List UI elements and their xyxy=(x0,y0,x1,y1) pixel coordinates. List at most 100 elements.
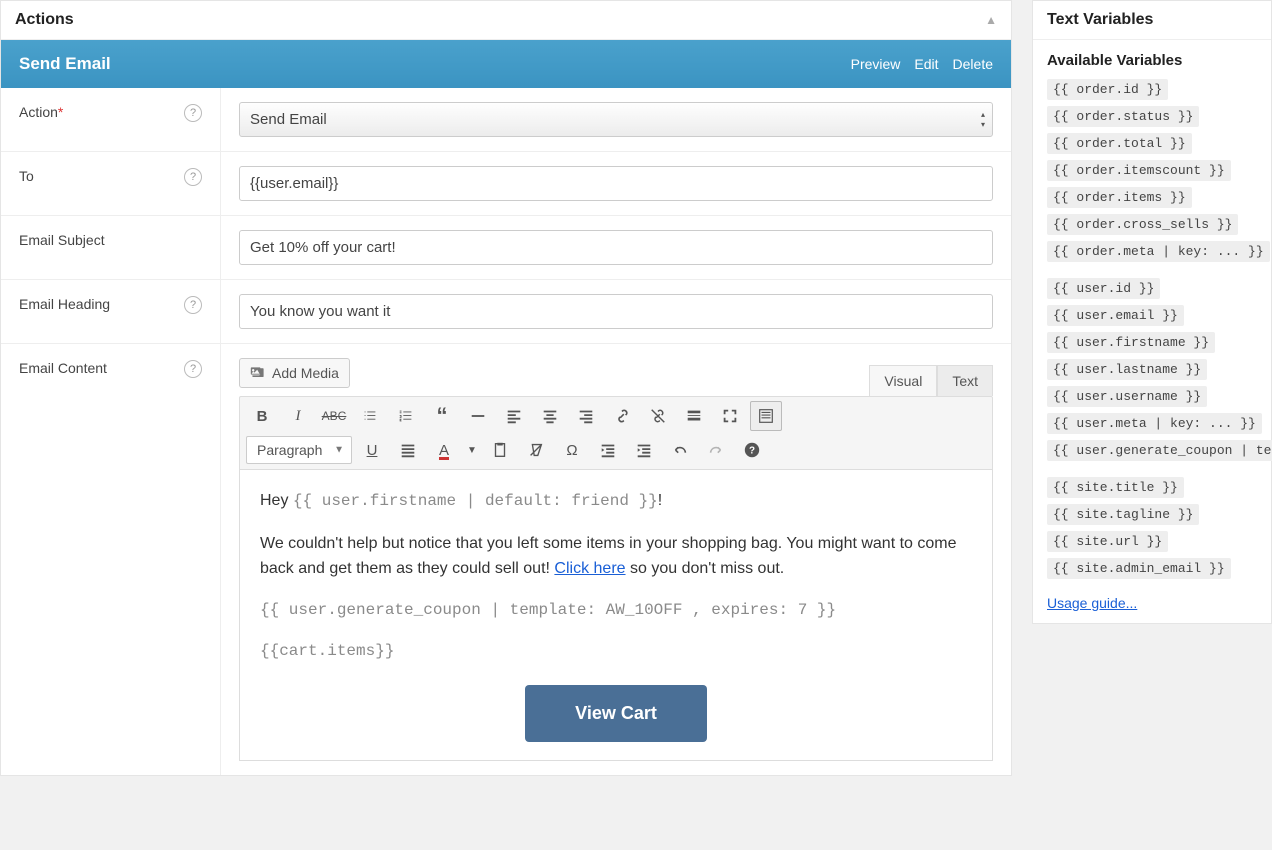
media-icon xyxy=(250,365,266,381)
action-header-title: Send Email xyxy=(19,54,111,74)
tab-text[interactable]: Text xyxy=(937,365,993,396)
text-color-dropdown-icon[interactable]: ▼ xyxy=(464,435,480,465)
variable-group: {{ site.title }} {{ site.tagline }} {{ sit… xyxy=(1047,477,1257,579)
help-icon[interactable]: ? xyxy=(184,168,202,186)
indent-icon[interactable] xyxy=(628,435,660,465)
link-icon[interactable] xyxy=(606,401,638,431)
blockquote-icon[interactable]: “ xyxy=(426,401,458,431)
label-content: Email Content ? xyxy=(1,344,221,775)
action-header: Send Email Preview Edit Delete xyxy=(1,40,1011,88)
actions-panel-header: Actions ▲ xyxy=(1,1,1011,40)
label-heading: Email Heading ? xyxy=(1,280,221,343)
variable-chip[interactable]: {{ order.status }} xyxy=(1047,106,1199,127)
variable-chip[interactable]: {{ user.meta | key: ... }} xyxy=(1047,413,1262,434)
variable-chip[interactable]: {{ order.meta | key: ... }} xyxy=(1047,241,1270,262)
variable-chip[interactable]: {{ site.title }} xyxy=(1047,477,1184,498)
outdent-icon[interactable] xyxy=(592,435,624,465)
label-subject: Email Subject xyxy=(1,216,221,279)
label-to: To ? xyxy=(1,152,221,215)
delete-link[interactable]: Delete xyxy=(953,56,993,72)
body-para-b: so you don't miss out. xyxy=(626,560,785,577)
align-left-icon[interactable] xyxy=(498,401,530,431)
row-to: To ? xyxy=(1,152,1011,216)
variable-chip[interactable]: {{ order.items }} xyxy=(1047,187,1192,208)
text-variables-title: Text Variables xyxy=(1047,11,1153,29)
paste-text-icon[interactable] xyxy=(484,435,516,465)
align-center-icon[interactable] xyxy=(534,401,566,431)
variable-chip[interactable]: {{ site.tagline }} xyxy=(1047,504,1199,525)
preview-link[interactable]: Preview xyxy=(851,56,901,72)
unlink-icon[interactable] xyxy=(642,401,674,431)
view-cart-button[interactable]: View Cart xyxy=(525,685,707,742)
text-variables-header: Text Variables xyxy=(1033,1,1271,40)
format-select[interactable]: Paragraph xyxy=(246,436,352,464)
variable-chip[interactable]: {{ user.firstname }} xyxy=(1047,332,1215,353)
toolbar-toggle-icon[interactable] xyxy=(750,401,782,431)
clear-formatting-icon[interactable] xyxy=(520,435,552,465)
fullscreen-icon[interactable] xyxy=(714,401,746,431)
variable-chip[interactable]: {{ order.cross_sells }} xyxy=(1047,214,1238,235)
hr-icon[interactable] xyxy=(462,401,494,431)
greeting-suffix: ! xyxy=(658,492,662,509)
edit-link[interactable]: Edit xyxy=(914,56,938,72)
editor-tabs: Visual Text xyxy=(869,365,993,396)
numbered-list-icon[interactable] xyxy=(390,401,422,431)
action-header-links: Preview Edit Delete xyxy=(851,56,993,72)
subject-input[interactable] xyxy=(239,230,993,265)
italic-icon[interactable]: I xyxy=(282,401,314,431)
available-variables-heading: Available Variables xyxy=(1047,52,1257,69)
variable-chip[interactable]: {{ site.admin_email }} xyxy=(1047,558,1231,579)
row-content: Email Content ? Add Media Visual Text xyxy=(1,344,1011,775)
click-here-link[interactable]: Click here xyxy=(554,560,625,577)
collapse-icon[interactable]: ▲ xyxy=(985,13,997,27)
add-media-button[interactable]: Add Media xyxy=(239,358,350,388)
undo-icon[interactable] xyxy=(664,435,696,465)
editor-toolbar: B I ABC “ xyxy=(239,396,993,470)
variable-chip[interactable]: {{ user.id }} xyxy=(1047,278,1160,299)
required-mark: * xyxy=(58,104,63,120)
editor-content[interactable]: Hey {{ user.firstname | default: friend … xyxy=(239,470,993,761)
strikethrough-icon[interactable]: ABC xyxy=(318,401,350,431)
help-icon[interactable]: ? xyxy=(184,296,202,314)
variable-chip[interactable]: {{ user.lastname }} xyxy=(1047,359,1207,380)
variable-chip[interactable]: {{ order.total }} xyxy=(1047,133,1192,154)
greeting-var: {{ user.firstname | default: friend }} xyxy=(293,492,658,510)
bullet-list-icon[interactable] xyxy=(354,401,386,431)
variable-group: {{ order.id }} {{ order.status }} {{ order… xyxy=(1047,79,1257,262)
actions-panel-title: Actions xyxy=(15,11,74,29)
readmore-icon[interactable] xyxy=(678,401,710,431)
text-color-icon[interactable]: A xyxy=(428,435,460,465)
row-subject: Email Subject xyxy=(1,216,1011,280)
variable-chip[interactable]: {{ order.itemscount }} xyxy=(1047,160,1231,181)
help-icon[interactable]: ? xyxy=(184,104,202,122)
action-select[interactable]: Send Email xyxy=(239,102,993,137)
redo-icon[interactable] xyxy=(700,435,732,465)
action-card: Send Email Preview Edit Delete Action* ? xyxy=(1,40,1011,775)
help-toolbar-icon[interactable]: ? xyxy=(736,435,768,465)
variable-chip[interactable]: {{ user.generate_coupon | template: ... … xyxy=(1047,440,1272,461)
heading-input[interactable] xyxy=(239,294,993,329)
variable-chip[interactable]: {{ order.id }} xyxy=(1047,79,1168,100)
special-char-icon[interactable]: Ω xyxy=(556,435,588,465)
variable-group: {{ user.id }} {{ user.email }} {{ user.fir… xyxy=(1047,278,1257,461)
to-input[interactable] xyxy=(239,166,993,201)
variable-chip[interactable]: {{ user.username }} xyxy=(1047,386,1207,407)
text-variables-panel: Text Variables Available Variables {{ or… xyxy=(1032,0,1272,624)
row-action: Action* ? Send Email ▴▾ xyxy=(1,88,1011,152)
underline-icon[interactable]: U xyxy=(356,435,388,465)
bold-icon[interactable]: B xyxy=(246,401,278,431)
svg-text:?: ? xyxy=(749,446,755,457)
help-icon[interactable]: ? xyxy=(184,360,202,378)
tab-visual[interactable]: Visual xyxy=(869,365,937,396)
variable-chip[interactable]: {{ user.email }} xyxy=(1047,305,1184,326)
align-justify-icon[interactable] xyxy=(392,435,424,465)
cart-items-var: {{cart.items}} xyxy=(260,639,972,665)
variable-chip[interactable]: {{ site.url }} xyxy=(1047,531,1168,552)
align-right-icon[interactable] xyxy=(570,401,602,431)
usage-guide-link[interactable]: Usage guide... xyxy=(1047,595,1137,611)
actions-panel: Actions ▲ Send Email Preview Edit Delete xyxy=(0,0,1012,776)
label-action: Action* ? xyxy=(1,88,221,151)
row-heading: Email Heading ? xyxy=(1,280,1011,344)
greeting-prefix: Hey xyxy=(260,492,293,509)
coupon-var: {{ user.generate_coupon | template: AW_1… xyxy=(260,598,972,624)
